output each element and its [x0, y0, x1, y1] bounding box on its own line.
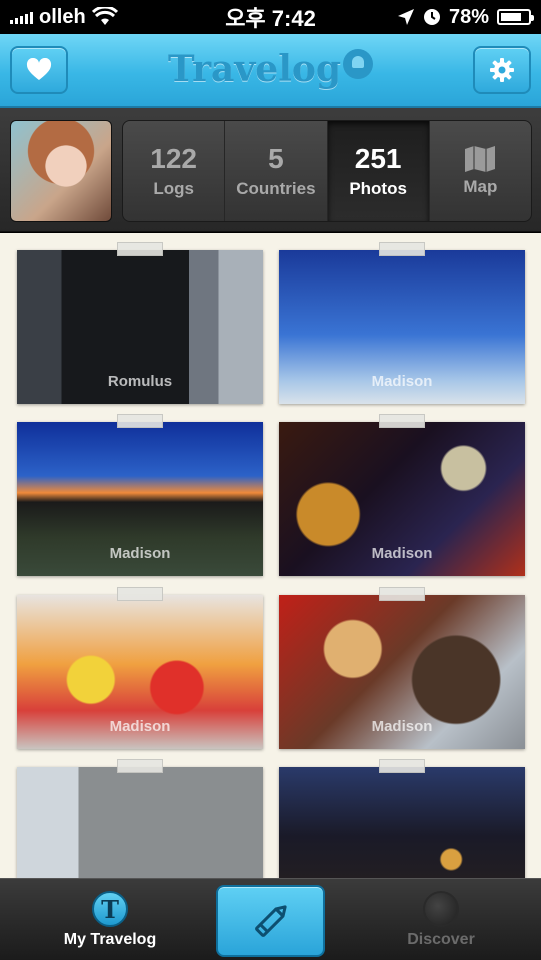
tape-decoration	[117, 242, 163, 256]
carrier-name: olleh	[39, 5, 86, 28]
countries-count: 5	[268, 143, 284, 174]
stats-segmented-control: 122 Logs 5 Countries 251 Photos Map	[122, 120, 532, 222]
travelog-t-icon: T	[92, 891, 128, 927]
app-header: Travelog	[0, 34, 541, 108]
photo-card[interactable]: Madison	[17, 414, 263, 576]
photo-card[interactable]: Madison	[17, 587, 263, 749]
tab-label: Discover	[407, 931, 475, 948]
pencil-icon	[254, 905, 287, 937]
stat-logs[interactable]: 122 Logs	[123, 121, 226, 221]
tape-decoration	[379, 242, 425, 256]
tape-decoration	[379, 414, 425, 428]
logs-count: 122	[150, 143, 197, 174]
photo-thumbnail	[17, 767, 263, 878]
bell-icon	[343, 49, 374, 79]
tape-decoration	[117, 414, 163, 428]
status-right: 78%	[397, 5, 534, 29]
profile-bar: 122 Logs 5 Countries 251 Photos Map	[0, 108, 541, 232]
tab-label: My Travelog	[63, 931, 157, 948]
location-arrow-icon	[397, 9, 414, 25]
stat-countries[interactable]: 5 Countries	[225, 121, 328, 221]
photo-caption: Madison	[371, 373, 433, 390]
gear-icon	[490, 58, 514, 82]
photo-caption: Madison	[371, 718, 433, 735]
photos-label: Photos	[349, 179, 407, 198]
photo-caption: Romulus	[107, 373, 173, 390]
clock: 오후 7:42	[225, 6, 316, 31]
photo-card[interactable]	[279, 759, 525, 878]
photo-card[interactable]: Madison	[279, 414, 525, 576]
alarm-clock-icon	[423, 9, 440, 25]
wifi-icon	[91, 7, 118, 25]
status-left: olleh	[10, 6, 118, 29]
write-log-button[interactable]	[216, 885, 325, 957]
photo-caption: Madison	[109, 545, 171, 562]
photos-count: 251	[354, 143, 402, 174]
photo-card[interactable]: Madison	[279, 242, 525, 404]
tape-decoration	[117, 587, 163, 601]
avatar[interactable]	[10, 120, 112, 222]
photo-grid: Romulus Madison Madison Madison Madison …	[0, 233, 541, 878]
tape-decoration	[379, 759, 425, 773]
tab-bar: T My Travelog Discover	[0, 878, 541, 960]
app-title: Travelog	[167, 48, 342, 90]
stat-photos[interactable]: 251 Photos	[327, 121, 430, 221]
countries-label: Countries	[236, 179, 316, 198]
settings-button[interactable]	[473, 46, 531, 94]
status-bar: olleh 오후 7:42 78%	[0, 0, 541, 34]
globe-icon	[423, 891, 459, 927]
photo-thumbnail	[279, 767, 525, 878]
tape-decoration	[117, 759, 163, 773]
battery-icon	[497, 9, 534, 25]
photo-card[interactable]: Romulus	[17, 242, 263, 404]
battery-level	[501, 13, 522, 21]
tape-decoration	[379, 587, 425, 601]
photo-card[interactable]	[17, 759, 263, 878]
app-logo: Travelog	[0, 48, 541, 90]
map-label: Map	[463, 177, 498, 196]
photo-card[interactable]: Madison	[279, 587, 525, 749]
tab-my-travelog[interactable]: T My Travelog	[30, 879, 190, 960]
stat-map[interactable]: Map	[430, 121, 531, 221]
battery-percent: 78%	[448, 5, 489, 28]
signal-strength-icon	[10, 10, 33, 24]
tab-discover[interactable]: Discover	[371, 879, 511, 960]
photo-caption: Madison	[371, 545, 433, 562]
map-icon	[465, 146, 496, 172]
photo-caption: Madison	[109, 718, 171, 735]
logs-label: Logs	[153, 179, 194, 198]
